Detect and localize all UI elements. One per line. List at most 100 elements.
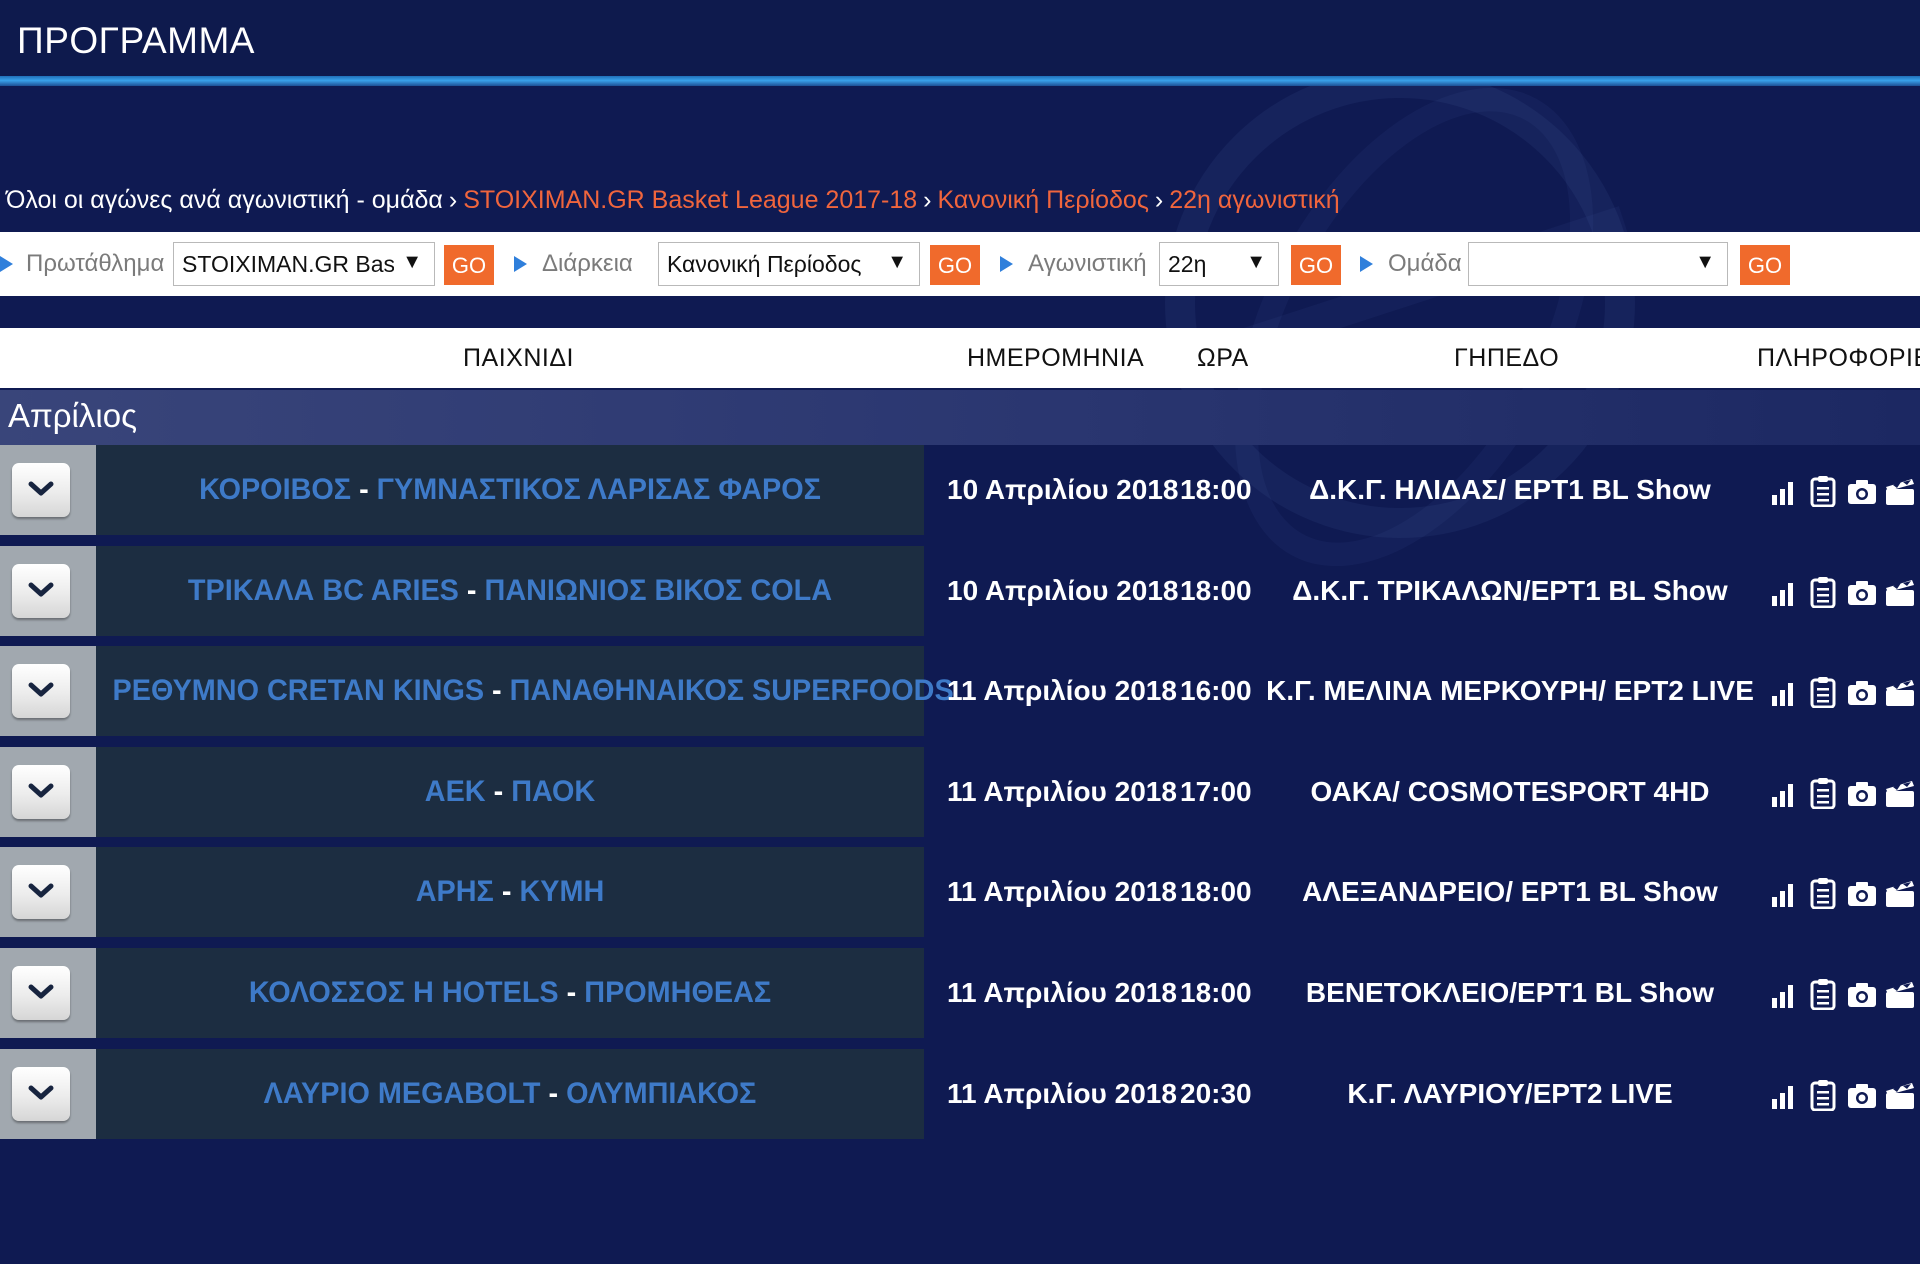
info-icons [1770, 576, 1920, 610]
match-venue: Κ.Γ. ΛΑΥΡΙΟΥ/ΕΡΤ2 LIVE [1347, 1077, 1673, 1109]
go-button[interactable]: GO [1740, 245, 1790, 285]
away-team-link[interactable]: ΠΑΝΑΘΗΝΑΙΚΟΣ SUPERFOODS [510, 674, 954, 707]
breadcrumb-root[interactable]: Όλοι οι αγώνες ανά αγωνιστική - ομάδα [6, 186, 443, 214]
team-select[interactable]: ▼ [1468, 242, 1728, 286]
schedule-row: ΤΡΙΚΑΛΑ BC ARIES - ΠΑΝΙΩΝΙΟΣ ΒΙΚΟΣ COLA 1… [0, 545, 1920, 636]
caret-down-icon: ▼ [402, 251, 422, 273]
expand-row-button[interactable] [12, 764, 70, 819]
schedule-row: ΑΡΗΣ - ΚΥΜΗ 11 Απριλίου 2018 18:00 ΑΛΕΞΑΝΔΡ… [0, 847, 1920, 938]
game-cell: ΡΕΘΥΜΝΟ CRETAN KINGS - ΠΑΝΑΘΗΝΑΙΚΟΣ SUPE… [96, 646, 954, 737]
match-separator: - [566, 976, 577, 1009]
caret-down-icon: ▼ [887, 251, 907, 273]
breadcrumb: Όλοι οι αγώνες ανά αγωνιστική - ομάδα › ST… [6, 186, 1340, 215]
game-cell: ΑΡΗΣ - ΚΥΜΗ [96, 847, 924, 938]
away-team-link[interactable]: ΓΥΜΝΑΣΤΙΚΟΣ ΛΑΡΙΣΑΣ ΦΑΡΟΣ [377, 473, 821, 506]
game-cell: ΛΑΥΡΙΟ MEGABOLT - ΟΛΥΜΠΙΑΚΟΣ [96, 1048, 924, 1139]
go-button[interactable]: GO [930, 245, 980, 285]
arrow-icon [1000, 256, 1013, 272]
duration-select[interactable]: Κανονική Περίοδος ▼ [658, 242, 920, 286]
expand-row-button[interactable] [12, 865, 70, 920]
home-team-link[interactable]: ΛΑΥΡΙΟ MEGABOLT [264, 1077, 541, 1110]
filter-label: Ομάδα [1388, 250, 1462, 277]
expand-cell [0, 545, 96, 636]
breadcrumb-separator: › [448, 186, 458, 214]
expand-row-button[interactable] [12, 664, 70, 719]
expand-cell [0, 746, 96, 837]
select-value: STOIXIMAN.GR Basket League 2017-18 [182, 251, 394, 277]
go-button[interactable]: GO [444, 245, 494, 285]
breadcrumb-round[interactable]: 22η αγωνιστική [1169, 186, 1339, 214]
expand-row-button[interactable] [12, 1066, 70, 1121]
info-icons [1770, 777, 1920, 811]
month-label: Απρίλιος [8, 397, 137, 434]
match-venue: ΒΕΝΕΤΟΚΛΕΙΟ/ΕΡΤ1 BL Show [1305, 977, 1715, 1008]
match-date: 11 Απριλίου 2018 [947, 977, 1177, 1008]
arrow-icon [514, 256, 527, 272]
breadcrumb-period[interactable]: Κανονική Περίοδος [938, 186, 1149, 214]
expand-row-button[interactable] [12, 563, 70, 618]
game-matchup: ΑΕΚ - ΠΑΟΚ [113, 775, 908, 809]
expand-cell [0, 1048, 96, 1139]
match-time: 18:00 [1180, 876, 1252, 908]
championship-select[interactable]: STOIXIMAN.GR Basket League 2017-18 ▼ [173, 242, 435, 286]
game-matchup: ΚΟΡΟΙΒΟΣ - ΓΥΜΝΑΣΤΙΚΟΣ ΛΑΡΙΣΑΣ ΦΑΡΟΣ [113, 473, 908, 507]
expand-cell [0, 847, 96, 938]
match-time: 18:00 [1180, 574, 1252, 606]
away-team-link[interactable]: ΠΑΝΙΩΝΙΟΣ ΒΙΚΟΣ COLA [485, 574, 833, 607]
home-team-link[interactable]: ΤΡΙΚΑΛΑ BC ARIES [188, 574, 459, 607]
home-team-link[interactable]: ΑΡΗΣ [416, 875, 494, 908]
match-time: 16:00 [1180, 675, 1252, 707]
match-separator: - [493, 774, 504, 808]
match-date: 10 Απριλίου 2018 [947, 574, 1179, 606]
game-cell: ΚΟΡΟΙΒΟΣ - ΓΥΜΝΑΣΤΙΚΟΣ ΛΑΡΙΣΑΣ ΦΑΡΟΣ [96, 445, 924, 535]
game-matchup: ΤΡΙΚΑΛΑ BC ARIES - ΠΑΝΙΩΝΙΟΣ ΒΙΚΟΣ COLA [113, 574, 908, 608]
filter-label: Αγωνιστική [1028, 250, 1147, 277]
game-cell: ΤΡΙΚΑΛΑ BC ARIES - ΠΑΝΙΩΝΙΟΣ ΒΙΚΟΣ COLA [96, 545, 924, 636]
filter-bar: Πρωτάθλημα STOIXIMAN.GR Basket League 20… [0, 232, 1920, 296]
expand-row-button[interactable] [12, 463, 70, 517]
match-venue: ΟΑΚΑ/ COSMOTESPORT 4HD [1310, 775, 1710, 807]
breadcrumb-league[interactable]: STOIXIMAN.GR Basket League 2017-18 [463, 186, 917, 214]
match-date: 10 Απριλίου 2018 [947, 474, 1179, 505]
chevron-down-icon [28, 984, 54, 999]
away-team-link[interactable]: ΠΡΟΜΗΘΕΑΣ [584, 976, 771, 1009]
game-matchup: ΛΑΥΡΙΟ MEGABOLT - ΟΛΥΜΠΙΑΚΟΣ [113, 1077, 908, 1111]
home-team-link[interactable]: ΚΟΛΟΣΣΟΣ H HOTELS [249, 976, 559, 1009]
month-group-header: Απρίλιος [0, 390, 1920, 445]
chevron-down-icon [28, 1085, 54, 1100]
schedule-row: ΚΟΡΟΙΒΟΣ - ΓΥΜΝΑΣΤΙΚΟΣ ΛΑΡΙΣΑΣ ΦΑΡΟΣ 10 Α… [0, 445, 1920, 535]
select-value: 22η [1168, 251, 1207, 277]
chevron-down-icon [28, 582, 54, 597]
select-value: Κανονική Περίοδος [667, 251, 862, 277]
match-time: 17:00 [1180, 775, 1252, 807]
match-date: 11 Απριλίου 2018 [947, 876, 1177, 908]
chevron-down-icon [28, 481, 54, 496]
schedule-row: ΚΟΛΟΣΣΟΣ H HOTELS - ΠΡΟΜΗΘΕΑΣ 11 Απριλίου… [0, 948, 1920, 1038]
away-team-link[interactable]: ΠΑΟΚ [511, 775, 595, 808]
schedule-row: ΛΑΥΡΙΟ MEGABOLT - ΟΛΥΜΠΙΑΚΟΣ 11 Απριλίου … [0, 1048, 1920, 1139]
match-venue: Δ.Κ.Γ. ΗΛΙΔΑΣ/ ΕΡΤ1 BL Show [1309, 474, 1711, 505]
caret-down-icon: ▼ [1246, 251, 1266, 273]
breadcrumb-separator: › [923, 186, 932, 214]
go-button[interactable]: GO [1291, 245, 1341, 285]
schedule-table-header: ΠΑΙΧΝΙΔΙ ΗΜΕΡΟΜΗΝΙΑ ΩΡΑ ΓΗΠΕΔΟ ΠΛΗΡΟΦΟΡΙ… [0, 328, 1920, 388]
game-cell: ΑΕΚ - ΠΑΟΚ [96, 746, 924, 837]
header-date: ΗΜΕΡΟΜΗΝΙΑ [967, 344, 1145, 372]
away-team-link[interactable]: ΚΥΜΗ [519, 875, 604, 908]
match-time: 18:00 [1180, 977, 1252, 1008]
header-venue: ΓΗΠΕΔΟ [1454, 344, 1560, 372]
match-venue: Κ.Γ. ΜΕΛΙΝΑ ΜΕΡΚΟΥΡΗ/ ΕΡΤ2 LIVE [1266, 675, 1754, 707]
game-matchup: ΚΟΛΟΣΣΟΣ H HOTELS - ΠΡΟΜΗΘΕΑΣ [113, 976, 908, 1010]
chevron-down-icon [28, 783, 54, 798]
home-team-link[interactable]: ΡΕΘΥΜΝΟ CRETAN KINGS [113, 674, 484, 707]
home-team-link[interactable]: ΚΟΡΟΙΒΟΣ [199, 473, 359, 506]
away-team-link[interactable]: ΟΛΥΜΠΙΑΚΟΣ [566, 1077, 756, 1110]
home-team-link[interactable]: ΑΕΚ [425, 775, 486, 808]
expand-row-button[interactable] [12, 966, 70, 1020]
info-icons [1770, 978, 1920, 1012]
match-separator: - [466, 573, 477, 607]
expand-cell [0, 948, 96, 1038]
filter-label: Διάρκεια [542, 250, 633, 277]
round-select[interactable]: 22η ▼ [1159, 242, 1279, 286]
page-title: ΠΡΟΓΡΑΜΜΑ [17, 20, 255, 61]
